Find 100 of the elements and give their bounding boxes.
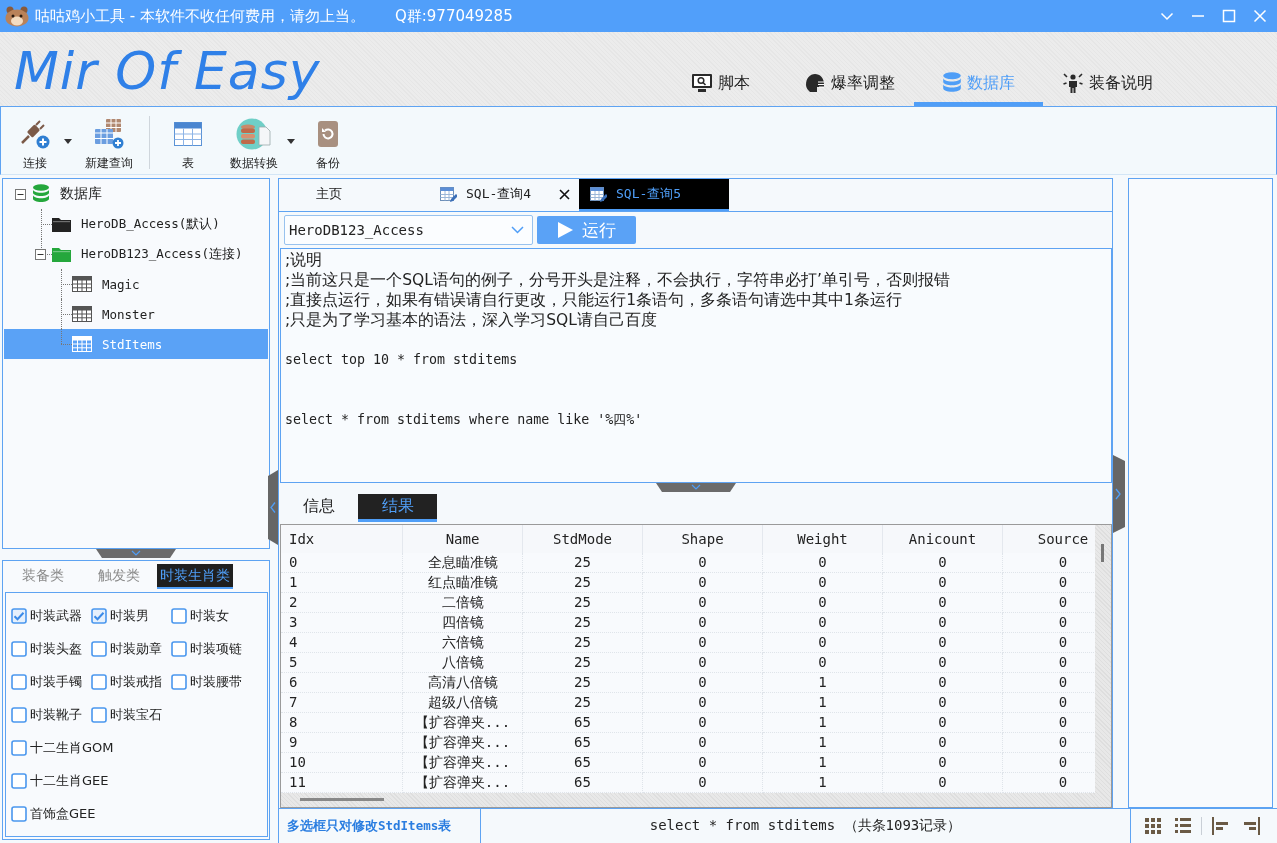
document-tab[interactable]: SQL-查询5 — [579, 179, 729, 211]
align-right-icon[interactable] — [1243, 817, 1260, 835]
table-cell: 0 — [883, 713, 1003, 733]
checkbox[interactable] — [11, 640, 27, 657]
table-cell: 1 — [763, 673, 883, 693]
table-cell: 高清八倍镜 — [403, 673, 523, 693]
checkbox[interactable] — [11, 706, 27, 723]
result-tab[interactable]: 信息 — [279, 494, 358, 522]
checkbox[interactable] — [11, 607, 27, 624]
checkbox[interactable] — [11, 739, 27, 756]
person-icon — [1062, 72, 1084, 94]
status-hint: 多选框只对修改StdItems表 — [287, 817, 452, 835]
collapse-icon[interactable] — [35, 248, 46, 260]
nav-tab[interactable]: 装备说明 — [1043, 64, 1172, 106]
comment-line: ;说明 — [285, 250, 324, 270]
table-cell: 65 — [523, 753, 643, 773]
table-cell: 【扩容弹夹... — [403, 713, 523, 733]
database-select[interactable]: HeroDB123_Access — [284, 215, 533, 245]
table-cell: 0 — [643, 613, 763, 633]
result-tab[interactable]: 结果 — [358, 494, 437, 522]
chevron-down-icon — [511, 226, 524, 234]
table-cell: 2 — [281, 593, 403, 613]
checkbox-label: 时装武器 — [30, 606, 82, 625]
tree-item[interactable]: Monster — [4, 299, 268, 329]
table-cell: 0 — [763, 653, 883, 673]
table-cell: 0 — [883, 573, 1003, 593]
table-cell: 0 — [281, 553, 403, 573]
table-cell: 0 — [763, 593, 883, 613]
checkbox[interactable] — [11, 772, 27, 789]
table-cell: 红点瞄准镜 — [403, 573, 523, 593]
code-editor[interactable]: ;说明 ;当前这只是一个SQL语句的例子，分号开头是注释，不会执行，字符串必打’单引号，否则报错 ;直接点运行，如果有错误请自行更改，只能运行1条语句，多条语句请选中其中1条运行 ;只是为了学习基本的语法，深入学习SQL请自己百度 select top 10 * from stditems select * from stditems where name like '%四%' — [280, 248, 1112, 483]
table-cell: 25 — [523, 613, 643, 633]
table-cell: 25 — [523, 573, 643, 593]
toolbar-button[interactable]: 数据转换 — [228, 118, 280, 172]
animal-face-icon — [5, 5, 29, 27]
table-cell: 0 — [763, 633, 883, 653]
table-cell: 1 — [763, 753, 883, 773]
monitor-search-icon — [691, 73, 713, 93]
align-left-icon[interactable] — [1212, 817, 1229, 835]
scrollbar-thumb[interactable] — [300, 798, 384, 801]
checkbox-label: 时装靴子 — [30, 705, 82, 724]
checkbox[interactable] — [91, 706, 107, 723]
dropdown-caret-icon[interactable] — [287, 139, 295, 144]
list-view-icon[interactable] — [1175, 818, 1191, 834]
dropdown-caret-icon[interactable] — [64, 139, 72, 144]
toolbar-button[interactable]: 新建查询 — [83, 118, 135, 172]
checkbox[interactable] — [91, 640, 107, 657]
table-cell: 0 — [643, 673, 763, 693]
panel-toggle-handle[interactable] — [268, 470, 278, 545]
toolbar-button[interactable]: 表 — [166, 118, 210, 172]
table-add-icon — [93, 118, 125, 150]
database-icon — [32, 184, 50, 204]
category-tab[interactable]: 时装生肖类 — [157, 564, 233, 589]
table-cell: 25 — [523, 553, 643, 573]
toolbar-button[interactable]: 连接 — [13, 118, 57, 172]
tree-item[interactable]: 数据库 — [4, 179, 268, 209]
table-cell: 5 — [281, 653, 403, 673]
data-convert-icon — [234, 118, 274, 150]
checkbox-label: 时装宝石 — [110, 705, 162, 724]
panel-toggle-handle[interactable] — [1113, 455, 1125, 533]
scrollbar-thumb[interactable] — [1101, 544, 1104, 562]
checkbox-label: 十二生肖GEE — [30, 771, 109, 790]
checkbox[interactable] — [11, 805, 27, 822]
checkbox-label: 时装项链 — [190, 639, 242, 658]
maximize-icon[interactable] — [1222, 9, 1236, 23]
table-cell: 25 — [523, 633, 643, 653]
helmet-icon — [804, 73, 826, 93]
checkbox-label: 时装手镯 — [30, 672, 82, 691]
splitter-handle[interactable] — [655, 483, 736, 492]
checkbox[interactable] — [171, 673, 187, 690]
checkbox-label: 首饰盒GEE — [30, 804, 96, 823]
table-icon — [72, 306, 92, 322]
document-tab[interactable]: 主页 — [279, 179, 429, 211]
table-cell: 9 — [281, 733, 403, 753]
splitter-handle[interactable] — [96, 549, 176, 558]
checkbox[interactable] — [171, 640, 187, 657]
checkbox-label: 时装男 — [110, 606, 149, 625]
document-tab[interactable]: SQL-查询4 — [429, 179, 579, 211]
collapse-icon[interactable] — [15, 188, 26, 200]
checkbox-label: 时装女 — [190, 606, 229, 625]
checkbox[interactable] — [11, 673, 27, 690]
table-cell: 0 — [643, 593, 763, 613]
tree-item[interactable]: HeroDB123_Access(连接) — [4, 239, 268, 269]
toolbar-button[interactable]: 备份 — [306, 118, 350, 172]
close-icon[interactable] — [559, 188, 570, 200]
horizontal-scrollbar[interactable] — [281, 793, 1095, 807]
checkbox[interactable] — [91, 673, 107, 690]
grid-view-icon[interactable] — [1145, 818, 1161, 834]
table-cell: 0 — [643, 733, 763, 753]
checkbox[interactable] — [171, 607, 187, 624]
tree-item[interactable]: Magic — [4, 269, 268, 299]
tree-item[interactable]: HeroDB_Access(默认) — [4, 209, 268, 239]
window-title: 咕咕鸡小工具 - 本软件不收任何费用，请勿上当。 — [35, 6, 365, 26]
table-cell: 四倍镜 — [403, 613, 523, 633]
table-cell: 0 — [643, 573, 763, 593]
checkbox[interactable] — [91, 607, 107, 624]
nav-tab[interactable]: 爆率调整 — [785, 64, 914, 106]
nav-tab[interactable]: 脚本 — [656, 64, 785, 106]
table-icon — [72, 336, 92, 352]
vertical-scrollbar[interactable] — [1095, 525, 1111, 807]
